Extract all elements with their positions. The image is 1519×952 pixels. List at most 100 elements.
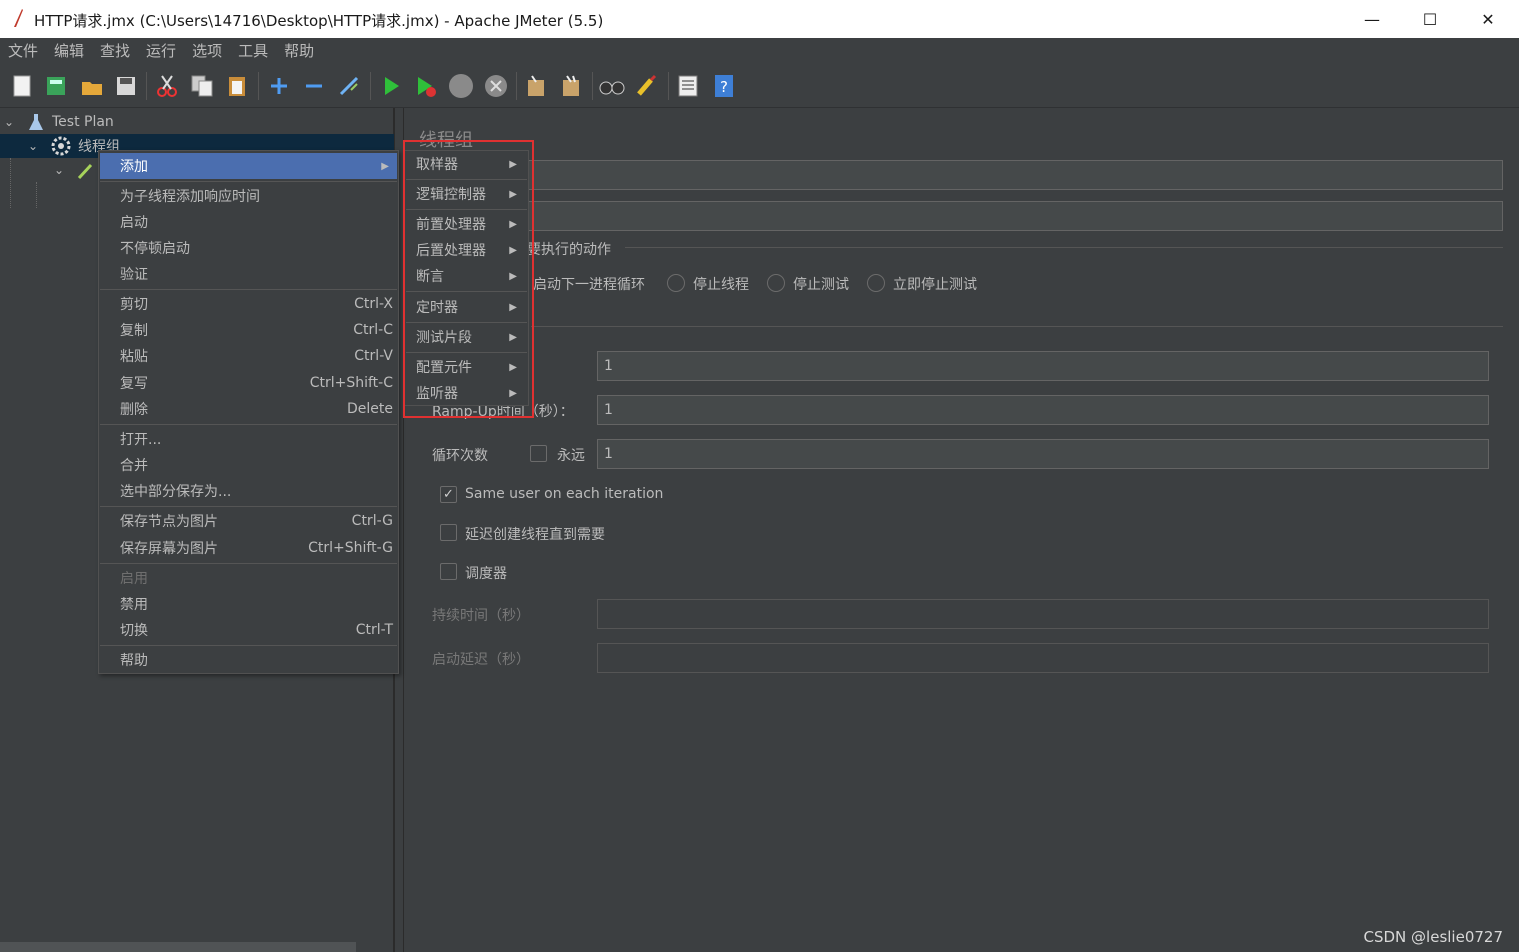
menu-item-start-no-pause[interactable]: 不停顿启动: [100, 235, 397, 261]
submenu-item-timer[interactable]: 定时器 ▶: [406, 294, 527, 320]
menu-help[interactable]: 帮助: [276, 39, 322, 63]
menu-item-duplicate[interactable]: 复写 Ctrl+Shift-C: [100, 370, 397, 396]
name-field[interactable]: [419, 160, 1503, 190]
submenu-item-label: 配置元件: [416, 360, 472, 376]
copy-icon[interactable]: [188, 72, 216, 100]
stop-icon[interactable]: [447, 72, 475, 100]
menu-item-save-node-image[interactable]: 保存节点为图片 Ctrl-G: [100, 508, 397, 534]
menu-item-toggle[interactable]: 切换 Ctrl-T: [100, 617, 397, 643]
chevron-down-icon[interactable]: ⌄: [4, 115, 20, 129]
menu-item-add[interactable]: 添加 ▶: [100, 153, 397, 179]
submenu-item-listener[interactable]: 监听器 ▶: [406, 380, 527, 406]
tree-node-http-request[interactable]: ⌄: [54, 158, 96, 182]
chevron-right-icon: ▶: [509, 331, 517, 343]
jmeter-feather-icon: [14, 9, 23, 27]
collapse-icon[interactable]: [300, 72, 328, 100]
svg-text:?: ?: [720, 78, 728, 96]
help-icon[interactable]: ?: [710, 72, 738, 100]
submenu-item-logic-controller[interactable]: 逻辑控制器 ▶: [406, 181, 527, 207]
clear-all-icon[interactable]: [557, 72, 585, 100]
menu-item-help[interactable]: 帮助: [100, 647, 397, 673]
menu-item-delete[interactable]: 删除 Delete: [100, 396, 397, 422]
menu-item-merge[interactable]: 合并: [100, 452, 397, 478]
radio-label-stop-thread: 停止线程: [693, 277, 749, 293]
rampup-input[interactable]: 1: [597, 395, 1489, 425]
scheduler-label: 调度器: [465, 566, 507, 582]
submenu-item-post-processor[interactable]: 后置处理器 ▶: [406, 237, 527, 263]
start-no-pause-icon[interactable]: [412, 72, 440, 100]
menu-options[interactable]: 选项: [184, 39, 230, 63]
menu-item-save-selection-as[interactable]: 选中部分保存为...: [100, 478, 397, 504]
loop-count-input[interactable]: 1: [597, 439, 1489, 469]
function-helper-icon[interactable]: [674, 72, 702, 100]
menu-item-label: 启用: [120, 571, 148, 587]
shortcut-label: Ctrl-V: [354, 348, 393, 364]
submenu-item-pre-processor[interactable]: 前置处理器 ▶: [406, 211, 527, 237]
clear-icon[interactable]: [522, 72, 550, 100]
chevron-right-icon: ▶: [509, 361, 517, 373]
scheduler-checkbox[interactable]: [440, 563, 457, 580]
menu-item-cut[interactable]: 剪切 Ctrl-X: [100, 291, 397, 317]
menu-item-copy[interactable]: 复制 Ctrl-C: [100, 317, 397, 343]
menu-tools[interactable]: 工具: [230, 39, 276, 63]
shortcut-label: Ctrl+Shift-G: [308, 540, 393, 556]
menu-item-label: 为子线程添加响应时间: [120, 189, 260, 205]
jmeter-window: HTTP请求.jmx (C:\Users\14716\Desktop\HTTP请…: [0, 0, 1519, 952]
save-icon[interactable]: [112, 72, 140, 100]
menu-item-disable[interactable]: 禁用: [100, 591, 397, 617]
search-icon[interactable]: [598, 72, 626, 100]
menu-item-paste[interactable]: 粘贴 Ctrl-V: [100, 343, 397, 369]
menu-item-label: 选中部分保存为...: [120, 484, 232, 500]
cut-icon[interactable]: [153, 72, 181, 100]
menu-item-save-screen-image[interactable]: 保存屏幕为图片 Ctrl+Shift-G: [100, 535, 397, 561]
menu-item-add-response-time[interactable]: 为子线程添加响应时间: [100, 183, 397, 209]
reset-search-icon[interactable]: [633, 72, 661, 100]
tree-node-test-plan[interactable]: ⌄ Test Plan: [4, 110, 114, 134]
section-divider: [531, 326, 1503, 327]
menu-item-enable: 启用: [100, 565, 397, 591]
pipette-icon: [77, 163, 93, 180]
same-user-checkbox[interactable]: ✓: [440, 486, 457, 503]
watermark: CSDN @leslie0727: [1363, 928, 1503, 946]
radio-label-stop-test-now: 立即停止测试: [893, 277, 977, 293]
menu-item-label: 合并: [120, 458, 148, 474]
close-button[interactable]: ✕: [1459, 0, 1517, 38]
toggle-icon[interactable]: [335, 72, 363, 100]
radio-stop-test[interactable]: [767, 274, 785, 292]
start-icon[interactable]: [377, 72, 405, 100]
duration-label: 持续时间（秒）: [432, 608, 530, 624]
chevron-down-icon[interactable]: ⌄: [54, 163, 70, 177]
shutdown-icon[interactable]: [482, 72, 510, 100]
radio-stop-thread[interactable]: [667, 274, 685, 292]
thread-group-panel: 线程组 要执行的动作 启动下一进程循环 停止线程 停止测试 立即停止测试 1 R…: [405, 108, 1519, 952]
submenu-item-assertion[interactable]: 断言 ▶: [406, 263, 527, 289]
menu-item-validate[interactable]: 验证: [100, 261, 397, 287]
radio-stop-test-now[interactable]: [867, 274, 885, 292]
tree-horizontal-scrollbar[interactable]: [0, 942, 356, 952]
expand-icon[interactable]: [265, 72, 293, 100]
radio-label-next-loop: 启动下一进程循环: [533, 277, 645, 293]
delay-thread-creation-checkbox[interactable]: [440, 524, 457, 541]
tree-label-test-plan: Test Plan: [52, 114, 114, 130]
threads-input[interactable]: 1: [597, 351, 1489, 381]
chevron-down-icon[interactable]: ⌄: [28, 139, 44, 153]
menu-file[interactable]: 文件: [0, 39, 46, 63]
menu-edit[interactable]: 编辑: [46, 39, 92, 63]
maximize-button[interactable]: ☐: [1401, 0, 1459, 38]
paste-icon[interactable]: [223, 72, 251, 100]
menu-run[interactable]: 运行: [138, 39, 184, 63]
comments-field[interactable]: [419, 201, 1503, 231]
shortcut-label: Ctrl-T: [355, 622, 393, 638]
minimize-button[interactable]: —: [1343, 0, 1401, 38]
forever-checkbox[interactable]: [530, 445, 547, 462]
submenu-item-test-fragment[interactable]: 测试片段 ▶: [406, 324, 527, 350]
menu-item-start[interactable]: 启动: [100, 209, 397, 235]
menu-search[interactable]: 查找: [92, 39, 138, 63]
add-submenu: 取样器 ▶ 逻辑控制器 ▶ 前置处理器 ▶ 后置处理器 ▶ 断言 ▶ 定时器 ▶ 测试片段 ▶…: [404, 150, 529, 406]
submenu-item-config-element[interactable]: 配置元件 ▶: [406, 354, 527, 380]
new-icon[interactable]: [8, 72, 36, 100]
menu-item-open[interactable]: 打开...: [100, 426, 397, 452]
submenu-item-sampler[interactable]: 取样器 ▶: [406, 151, 527, 177]
templates-icon[interactable]: [42, 72, 70, 100]
open-icon[interactable]: [78, 72, 106, 100]
